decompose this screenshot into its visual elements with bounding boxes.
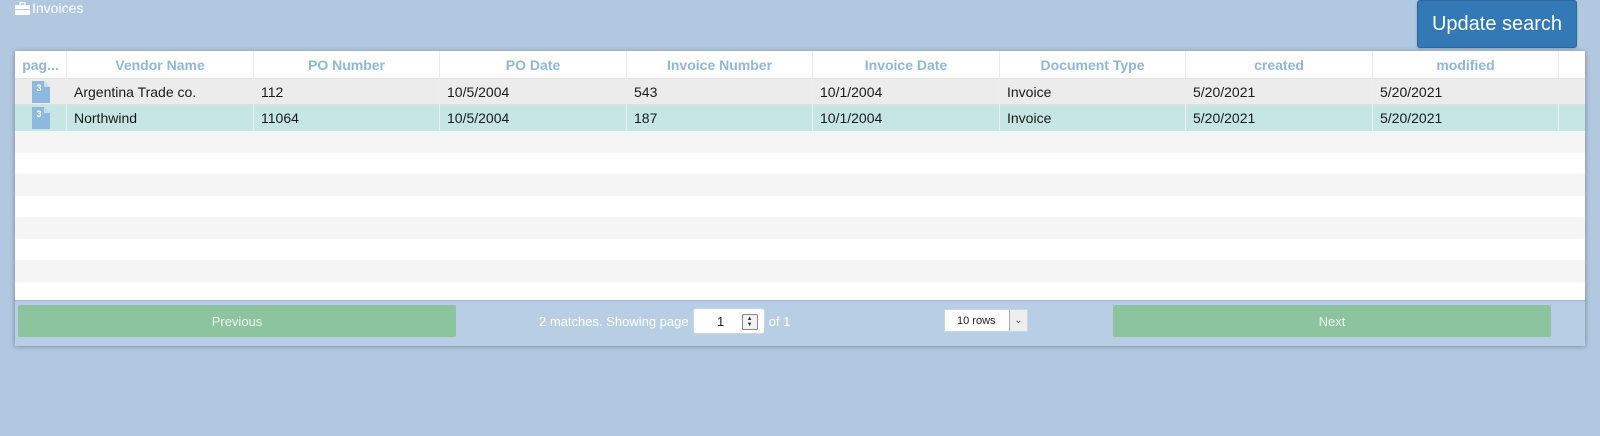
created-cell: 5/20/2021 (1186, 105, 1373, 131)
chevron-down-icon[interactable]: ⌄ (1009, 310, 1027, 331)
column-header-document-type[interactable]: Document Type (1000, 51, 1186, 78)
page-spinner[interactable]: ▲ ▼ (741, 314, 758, 330)
page-number-input[interactable]: 1 ▲ ▼ (692, 308, 765, 334)
rows-per-page-value[interactable]: 10 rows (945, 315, 1009, 327)
matches-text: 2 matches. Showing page (539, 313, 689, 329)
vendor-name-cell: Northwind (67, 105, 254, 131)
empty-row (15, 152, 1585, 174)
column-header-modified[interactable]: modified (1373, 51, 1559, 78)
column-header-po-date[interactable]: PO Date (440, 51, 627, 78)
empty-row (15, 131, 1585, 153)
document-type-cell: Invoice (1000, 79, 1186, 105)
vendor-name-cell: Argentina Trade co. (67, 79, 254, 105)
column-header-invoice-number[interactable]: Invoice Number (627, 51, 813, 78)
po-date-cell: 10/5/2004 (440, 105, 627, 131)
table-header: pag... Vendor Name PO Number PO Date Inv… (15, 51, 1585, 79)
empty-row (15, 174, 1585, 196)
page-cell[interactable]: 3 (15, 105, 67, 131)
previous-button[interactable]: Previous (18, 305, 456, 337)
created-cell: 5/20/2021 (1186, 79, 1373, 105)
pagination-bar: Previous 2 matches. Showing page 1 ▲ ▼ o… (15, 300, 1585, 346)
table-row[interactable]: 3 Northwind 11064 10/5/2004 187 10/1/200… (15, 105, 1585, 131)
empty-row (15, 195, 1585, 217)
invoice-number-cell: 187 (627, 105, 813, 131)
invoice-date-cell: 10/1/2004 (813, 105, 1000, 131)
document-icon[interactable]: 3 (31, 81, 50, 103)
page-title: Invoices (15, 0, 83, 16)
column-header-invoice-date[interactable]: Invoice Date (813, 51, 1000, 78)
spinner-down-icon[interactable]: ▼ (747, 322, 753, 328)
page-total-text: of 1 (768, 313, 791, 329)
empty-row (15, 260, 1585, 282)
invoice-date-cell: 10/1/2004 (813, 79, 1000, 105)
modified-cell: 5/20/2021 (1373, 79, 1559, 105)
document-type-cell: Invoice (1000, 105, 1186, 131)
page-info: 2 matches. Showing page 1 ▲ ▼ of 1 (539, 305, 790, 337)
briefcase-icon (15, 1, 30, 15)
column-header-po-number[interactable]: PO Number (254, 51, 440, 78)
rows-per-page-select[interactable]: 10 rows ⌄ (944, 309, 1028, 332)
column-header-created[interactable]: created (1186, 51, 1373, 78)
update-search-button[interactable]: Update search (1417, 0, 1577, 48)
column-header-page[interactable]: pag... (15, 51, 67, 78)
empty-rows (15, 131, 1585, 303)
table-row[interactable]: 3 Argentina Trade co. 112 10/5/2004 543 … (15, 79, 1585, 105)
document-icon[interactable]: 3 (31, 107, 50, 129)
page-number-value[interactable]: 1 (694, 314, 748, 329)
modified-cell: 5/20/2021 (1373, 105, 1559, 131)
empty-row (15, 217, 1585, 239)
invoice-number-cell: 543 (627, 79, 813, 105)
results-table: pag... Vendor Name PO Number PO Date Inv… (15, 51, 1585, 305)
column-header-vendor-name[interactable]: Vendor Name (67, 51, 254, 78)
page-count: 3 (36, 83, 42, 93)
po-date-cell: 10/5/2004 (440, 79, 627, 105)
po-number-cell: 112 (254, 79, 440, 105)
po-number-cell: 11064 (254, 105, 440, 131)
page-count: 3 (36, 109, 42, 119)
page-title-text: Invoices (32, 0, 84, 16)
next-button[interactable]: Next (1113, 305, 1551, 337)
empty-row (15, 238, 1585, 260)
results-grid: pag... Vendor Name PO Number PO Date Inv… (15, 51, 1585, 346)
page-cell[interactable]: 3 (15, 79, 67, 105)
